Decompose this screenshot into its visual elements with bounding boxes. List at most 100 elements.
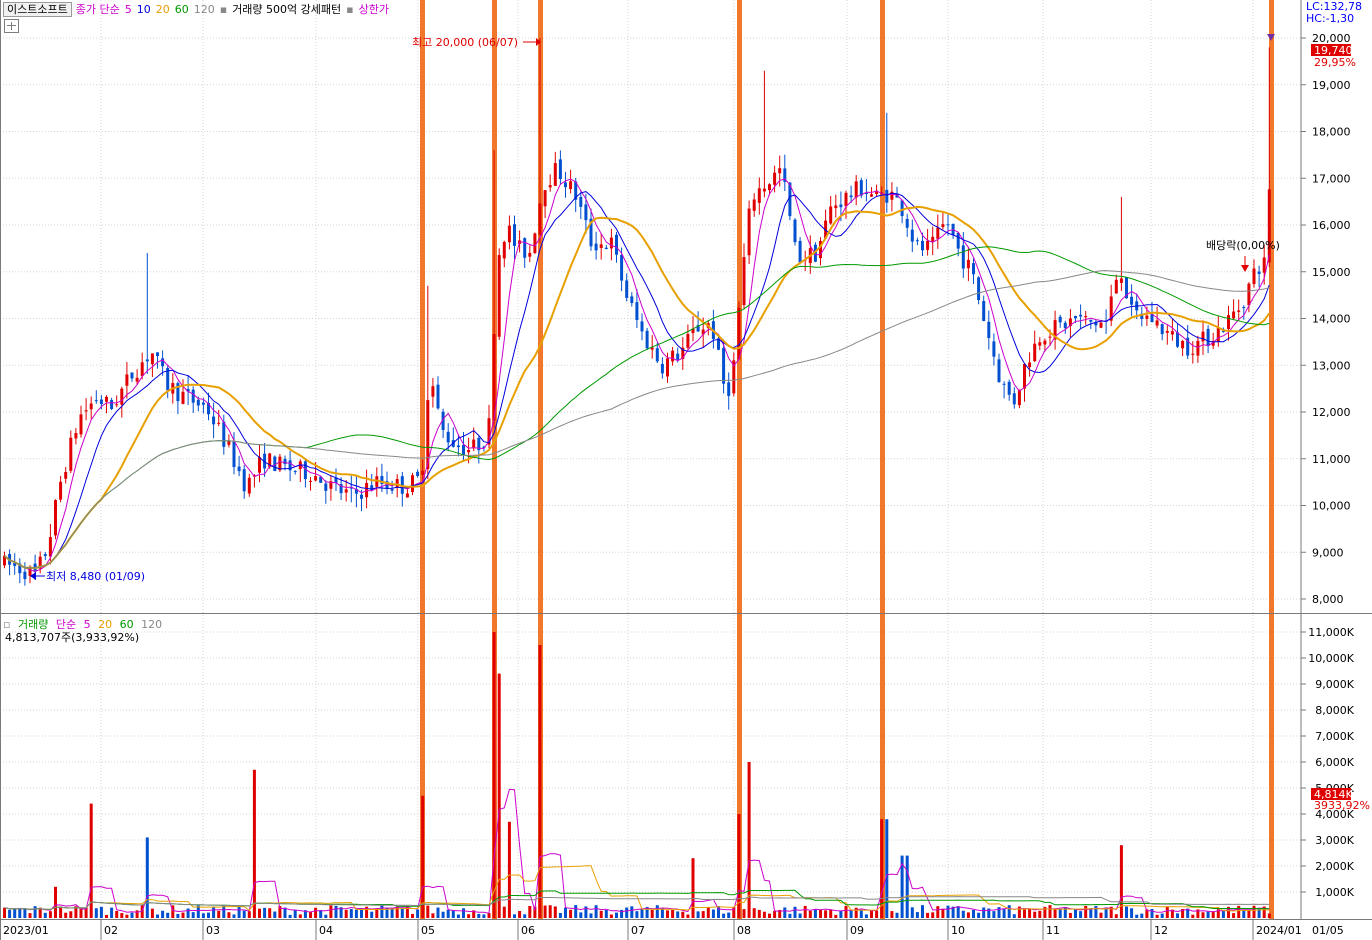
volume-bar <box>752 908 756 918</box>
volume-bar <box>625 907 629 918</box>
volume-bar <box>217 910 221 918</box>
candle-body <box>900 200 904 217</box>
volume-bar <box>416 909 420 918</box>
ma120-legend[interactable]: 120 <box>194 3 215 16</box>
price-axis: 20,00019,00018,00017,00016,00015,00014,0… <box>1301 32 1351 606</box>
candle-body <box>584 204 588 221</box>
volume-bar <box>660 908 664 918</box>
candle-body <box>747 208 751 256</box>
volume-bar <box>227 912 231 918</box>
volume-bar <box>268 908 272 918</box>
candle-body <box>727 382 731 396</box>
volume-bar <box>191 912 195 918</box>
volume-bar <box>655 905 659 918</box>
volume-bar <box>1247 909 1251 918</box>
volume-bar <box>54 886 57 918</box>
candle-body <box>390 489 394 491</box>
candle-body <box>676 353 680 360</box>
candle-body <box>99 399 103 404</box>
volume-bar <box>1252 905 1256 918</box>
volume-bar <box>523 914 527 918</box>
limit-up-legend[interactable]: 상한가 <box>359 1 389 17</box>
candle-body <box>798 240 802 263</box>
price-tick-label: 16,000 <box>1312 219 1351 232</box>
volume-bar <box>431 913 435 918</box>
volume-bar <box>666 910 669 918</box>
candle-body <box>553 163 557 186</box>
candle-body <box>1007 381 1011 395</box>
volume-bar <box>1267 913 1271 918</box>
volume-bar <box>768 913 771 918</box>
volume-bar <box>23 909 27 918</box>
candle-body <box>1216 327 1220 342</box>
candle-body <box>324 483 328 491</box>
date-tick-label: 04 <box>319 924 333 937</box>
volume-bar <box>59 906 63 918</box>
candle-body <box>293 471 297 473</box>
candle-body <box>915 240 919 242</box>
volume-bar <box>293 909 297 918</box>
candle-body <box>23 571 27 580</box>
ma5-legend[interactable]: 5 <box>125 3 132 16</box>
candle-body <box>1089 319 1093 322</box>
volume-bar <box>727 912 731 918</box>
candle-body <box>130 372 134 379</box>
ma60-legend[interactable]: 60 <box>175 3 189 16</box>
vma120-legend[interactable]: 120 <box>141 618 162 631</box>
volume-bar <box>201 913 205 918</box>
volume-bar <box>650 909 654 918</box>
candle-body <box>635 302 639 321</box>
candle-body <box>222 421 226 447</box>
candle-body <box>757 188 761 203</box>
candle-body <box>1247 283 1251 306</box>
volume-bar <box>915 912 919 918</box>
volume-bar <box>982 907 986 918</box>
signal-band <box>737 0 742 919</box>
candle-body <box>115 404 119 406</box>
volume-bar <box>1237 905 1241 918</box>
high-label: 최고 20,000 (06/07) <box>412 36 518 49</box>
candle-body <box>232 441 236 468</box>
candle-body <box>247 477 251 494</box>
candle-body <box>564 182 567 188</box>
candle-body <box>1191 353 1195 355</box>
stock-name-tab[interactable]: 이스트소프트 <box>3 1 72 17</box>
expand-panel-button[interactable] <box>4 19 19 33</box>
date-tick-label: 03 <box>206 924 220 937</box>
volume-axis: 11,000K10,000K9,000K8,000K7,000K6,000K5,… <box>1301 626 1355 899</box>
candle-body <box>737 307 741 360</box>
volume-bar <box>1232 913 1236 918</box>
volume-bar <box>538 645 542 918</box>
pattern-legend[interactable]: 거래량 500억 강세패턴 <box>232 1 341 17</box>
candle-body <box>344 489 348 493</box>
volume-bar <box>1155 914 1159 918</box>
pattern-bullet-icon: ▪ <box>219 2 228 16</box>
volume-bar <box>314 907 318 918</box>
volume-bar <box>237 906 241 918</box>
candle-body <box>543 190 547 207</box>
volume-bar <box>829 909 833 918</box>
candle-body <box>472 439 476 449</box>
candle-body <box>1017 389 1021 406</box>
volume-bar <box>1084 905 1088 918</box>
volume-bar <box>105 914 108 918</box>
signal-band <box>880 0 885 919</box>
candle-body <box>309 480 312 482</box>
ma-legend-label[interactable]: 종가 단순 <box>76 1 120 17</box>
candle-body <box>156 352 159 357</box>
ma10-legend[interactable]: 10 <box>137 3 151 16</box>
volume-bar <box>956 906 960 918</box>
candle-body <box>411 475 414 493</box>
candle-body <box>936 227 940 239</box>
candle-body <box>666 358 669 377</box>
date-tick-label: 09 <box>850 924 864 937</box>
volume-bar <box>1165 906 1169 918</box>
volume-bar <box>3 907 6 918</box>
volume-bar <box>467 914 471 918</box>
volume-bar <box>99 906 103 918</box>
ma20-legend[interactable]: 20 <box>156 3 170 16</box>
candle-body <box>191 389 195 403</box>
volume-bar <box>1038 910 1042 918</box>
stock-chart-canvas[interactable]: 20,00019,00018,00017,00016,00015,00014,0… <box>0 0 1372 940</box>
volume-tick-label: 3,000K <box>1315 834 1354 847</box>
